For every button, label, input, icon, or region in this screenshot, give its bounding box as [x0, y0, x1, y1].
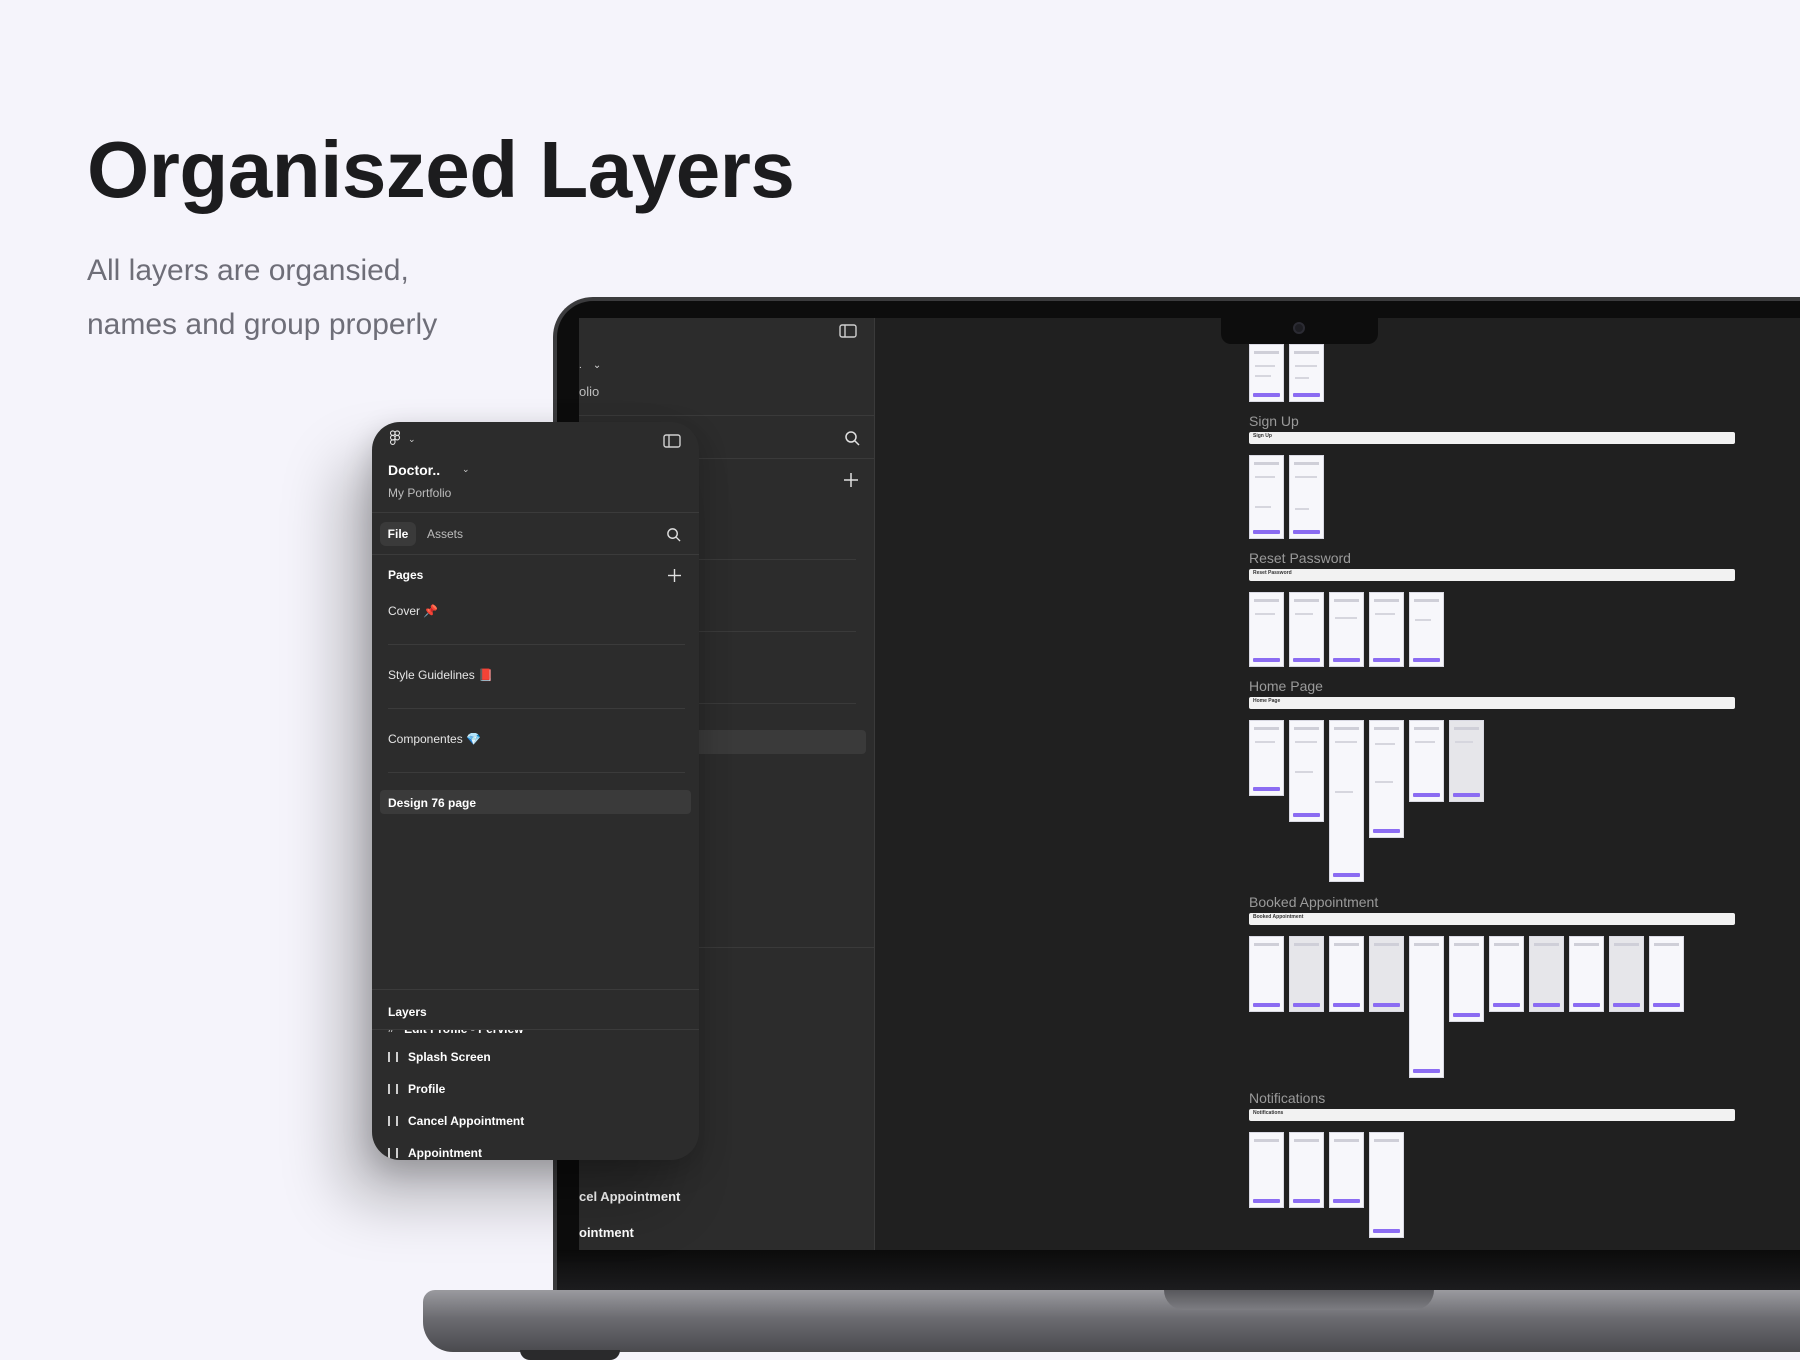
laptop-base-notch: [1164, 1290, 1434, 1310]
frame-icon: [388, 1084, 398, 1094]
canvas-section-reset-password: Reset Password Reset Password: [1249, 550, 1735, 670]
frame-thumbnail[interactable]: [1529, 936, 1564, 1012]
layers-panel: ⌄ Doctor.. ⌄ My Portfolio File Assets Pa…: [372, 422, 699, 1160]
section-title: Sign Up: [1249, 413, 1299, 429]
section-bar-label: Notifications: [1253, 1110, 1284, 1116]
layer-item-fragment[interactable]: ointment: [579, 1225, 634, 1240]
search-icon[interactable]: [666, 527, 681, 542]
layer-item[interactable]: Profile: [388, 1082, 445, 1096]
canvas-section-booked-appointment: Booked Appointment Booked Appointment: [1249, 894, 1735, 1084]
section-bar-label: Reset Password: [1253, 570, 1292, 576]
section-title: Home Page: [1249, 678, 1323, 694]
layer-item-label: Splash Screen: [408, 1050, 491, 1064]
section-bar[interactable]: Sign Up: [1249, 432, 1735, 444]
layer-item[interactable]: Cancel Appointment: [388, 1114, 524, 1128]
layer-item-label: Profile: [408, 1082, 446, 1096]
laptop-foot: [520, 1350, 620, 1360]
frame-thumbnail[interactable]: [1249, 936, 1284, 1012]
section-title: Notifications: [1249, 1090, 1326, 1106]
frame-thumbnail[interactable]: [1289, 936, 1324, 1012]
frame-thumbnail[interactable]: [1289, 720, 1324, 822]
section-title: Booked Appointment: [1249, 894, 1379, 910]
frame-thumbnail[interactable]: [1249, 720, 1284, 796]
section-bar[interactable]: Home Page: [1249, 697, 1735, 709]
frame-thumbnail[interactable]: [1369, 592, 1404, 667]
tab-assets[interactable]: Assets: [427, 522, 463, 546]
tab-file[interactable]: File: [380, 522, 416, 546]
frame-thumbnail[interactable]: [1289, 1132, 1324, 1208]
section-bar[interactable]: Reset Password: [1249, 569, 1735, 581]
frame-thumbnail[interactable]: [1329, 720, 1364, 882]
frame-thumbnail[interactable]: [1569, 936, 1604, 1012]
page-item-design[interactable]: Design 76 page: [388, 796, 476, 810]
section-bar-label: Sign Up: [1253, 433, 1272, 439]
layer-item[interactable]: Appointment: [388, 1146, 482, 1160]
frame-thumbnail[interactable]: [1609, 936, 1644, 1012]
project-name[interactable]: Doctor..: [388, 462, 440, 478]
section-bar-label: Booked Appointment: [1253, 914, 1304, 920]
canvas-section-home-page: Home Page Home Page: [1249, 678, 1735, 883]
layer-item[interactable]: Splash Screen: [388, 1050, 491, 1064]
add-page-icon[interactable]: [668, 569, 681, 582]
menu-chevron-down-icon[interactable]: ⌄: [408, 434, 416, 445]
hero-subtitle-line-1: All layers are organsied,: [87, 254, 409, 287]
frame-thumbnail[interactable]: [1289, 592, 1324, 667]
layer-item-label: Appointment: [408, 1146, 482, 1160]
section-bar[interactable]: Notifications: [1249, 1109, 1735, 1121]
frame-thumbnail[interactable]: [1289, 455, 1324, 539]
frame-thumbnail[interactable]: [1249, 455, 1284, 539]
frame-thumbnail[interactable]: [1449, 936, 1484, 1022]
page-item-style-guidelines[interactable]: Style Guidelines 📕: [388, 668, 493, 682]
layer-item-fragment[interactable]: cel Appointment: [579, 1189, 680, 1204]
frame-thumbnail[interactable]: [1489, 936, 1524, 1012]
canvas-section-notifications: Notifications Notifications: [1249, 1090, 1735, 1240]
hero-subtitle: All layers are organsied, names and grou…: [87, 244, 607, 352]
frame-icon: [388, 1116, 398, 1126]
frame-thumbnail[interactable]: [1289, 344, 1324, 402]
frame-thumbnail[interactable]: [1369, 1132, 1404, 1238]
frame-thumbnail[interactable]: [1249, 344, 1284, 402]
frame-thumbnail[interactable]: [1329, 936, 1364, 1012]
figma-logo-icon[interactable]: [388, 430, 402, 448]
frame-thumbnail[interactable]: [1329, 1132, 1364, 1208]
project-name-chevron-icon[interactable]: . ⌄: [579, 360, 601, 371]
layer-item-label: Cancel Appointment: [408, 1114, 525, 1128]
laptop-bezel: [557, 1250, 1800, 1290]
project-subtitle: My Portfolio: [388, 486, 452, 500]
project-sub-fragment: olio: [579, 384, 600, 399]
add-page-icon[interactable]: [844, 473, 858, 487]
page-item-cover[interactable]: Cover 📌: [388, 604, 438, 618]
frame-thumbnail[interactable]: [1409, 936, 1444, 1078]
frame-thumbnail[interactable]: [1369, 720, 1404, 838]
search-icon[interactable]: [844, 430, 860, 446]
section-bar-label: Home Page: [1253, 698, 1281, 704]
canvas-section-sign-up: Sign Up Sign Up: [1249, 413, 1735, 543]
frame-thumbnail[interactable]: [1649, 936, 1684, 1012]
laptop-base: [423, 1290, 1800, 1352]
section-bar[interactable]: Booked Appointment: [1249, 913, 1735, 925]
frame-icon: [388, 1052, 398, 1062]
frame-thumbnail[interactable]: [1409, 720, 1444, 802]
project-chevron-down-icon[interactable]: ⌄: [462, 464, 470, 475]
frame-thumbnail[interactable]: [1369, 936, 1404, 1012]
hero-subtitle-line-2: names and group properly: [87, 308, 438, 341]
section-title: Reset Password: [1249, 550, 1351, 566]
frame-thumbnail[interactable]: [1449, 720, 1484, 802]
sidebar-toggle-icon[interactable]: [663, 434, 681, 448]
page-item-componentes[interactable]: Componentes 💎: [388, 732, 481, 746]
frame-thumbnail[interactable]: [1249, 592, 1284, 667]
layers-heading: Layers: [388, 1005, 427, 1019]
frame-icon: [388, 1148, 398, 1158]
frame-thumbnail[interactable]: [1409, 592, 1444, 667]
sidebar-toggle-icon[interactable]: [839, 324, 857, 338]
camera-icon: [1293, 322, 1305, 334]
frame-thumbnail[interactable]: [1329, 592, 1364, 667]
frame-thumbnail[interactable]: [1249, 1132, 1284, 1208]
pages-heading: Pages: [388, 568, 424, 582]
hero-title: Organiszed Layers: [87, 125, 795, 214]
